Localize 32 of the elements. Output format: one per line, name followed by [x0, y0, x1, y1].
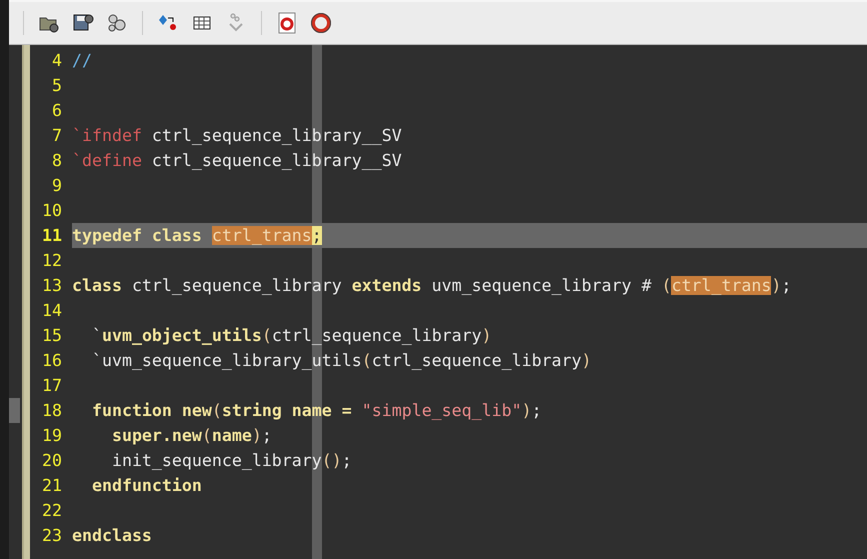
- line-number: 5: [51, 76, 62, 95]
- line-number: 20: [41, 451, 62, 470]
- line-number: 17: [41, 376, 62, 395]
- line-number: 9: [51, 176, 62, 195]
- code-line: super.new(name);: [110, 426, 272, 445]
- line-number: 18: [41, 401, 62, 420]
- code-line: class ctrl_sequence_library extends uvm_sequence_library # (ctrl_trans);: [72, 276, 792, 295]
- code-line: endclass: [72, 526, 152, 545]
- line-number: 11: [41, 226, 62, 245]
- code-line: typedef class ctrl_trans;: [72, 226, 322, 245]
- line-number: 14: [41, 301, 62, 320]
- line-number: 19: [41, 426, 62, 445]
- line-number: 21: [41, 476, 62, 495]
- line-number: 15: [41, 326, 62, 345]
- line-number: 8: [51, 151, 62, 170]
- line-number: 13: [41, 276, 62, 295]
- code-line: //: [72, 51, 92, 70]
- code-line: `uvm_object_utils(ctrl_sequence_library): [90, 326, 492, 345]
- line-number: 6: [51, 101, 62, 120]
- code-line: init_sequence_library();: [110, 451, 352, 470]
- line-number: 12: [41, 251, 62, 270]
- line-number: 7: [51, 126, 62, 145]
- line-number: 4: [51, 51, 62, 70]
- code-line: `uvm_sequence_library_utils(ctrl_sequence_library): [90, 351, 592, 370]
- line-number: 22: [41, 501, 62, 520]
- code-line: `ifndef ctrl_sequence_library__SV: [72, 126, 402, 145]
- code-line: `define ctrl_sequence_library__SV: [72, 151, 402, 170]
- code-line: endfunction: [90, 476, 202, 495]
- code-line: function new(string name = "simple_seq_lib");: [90, 401, 542, 420]
- line-number: 23: [41, 526, 62, 545]
- line-number: 10: [41, 201, 62, 220]
- line-number: 16: [41, 351, 62, 370]
